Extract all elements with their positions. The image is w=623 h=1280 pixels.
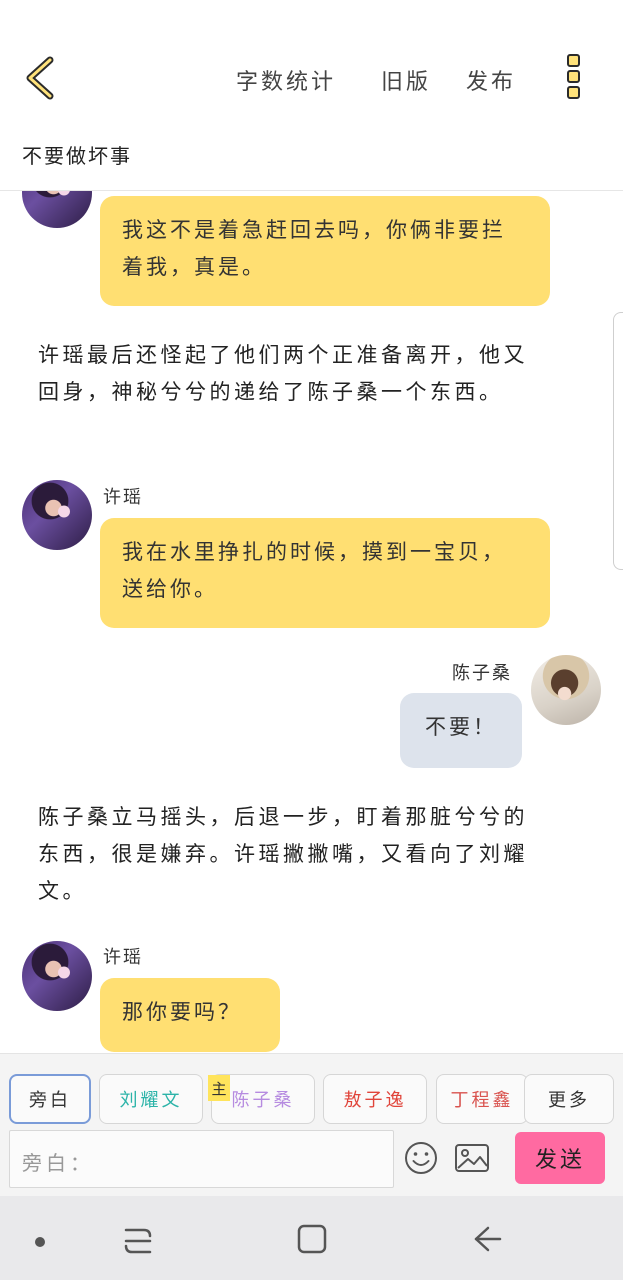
composer: 旁白 刘耀文 陈子桑 主 敖子逸 丁程鑫 更多 旁白： 发送 — [0, 1053, 623, 1196]
top-bar: 字数统计 旧版 发布 — [0, 0, 623, 130]
back-nav-icon[interactable] — [470, 1224, 504, 1258]
role-label: 丁程鑫 — [450, 1090, 514, 1111]
system-nav-bar — [0, 1196, 623, 1280]
narration-input[interactable]: 旁白： — [9, 1130, 394, 1188]
message-bubble[interactable]: 那你要吗？ — [100, 978, 280, 1052]
send-button[interactable]: 发送 — [515, 1132, 605, 1184]
avatar-xuyao[interactable] — [22, 191, 92, 228]
avatar-xuyao[interactable] — [22, 941, 92, 1011]
speaker-name: 陈子桑 — [452, 663, 512, 684]
narration-text[interactable]: 陈子桑立马摇头，后退一步，盯着那脏兮兮的东西，很是嫌弃。许瑶撇撇嘴，又看向了刘耀… — [38, 799, 528, 910]
recent-apps-icon[interactable] — [122, 1226, 154, 1260]
smiley-icon — [405, 1142, 437, 1174]
story-title: 不要做坏事 — [22, 144, 132, 168]
message-bubble[interactable]: 我这不是着急赶回去吗，你俩非要拦着我，真是。 — [100, 196, 550, 306]
message-bubble[interactable]: 不要！ — [400, 693, 522, 768]
image-button[interactable] — [454, 1142, 490, 1178]
image-icon — [455, 1144, 489, 1172]
role-button-dingchengxin[interactable]: 丁程鑫 — [436, 1074, 528, 1124]
message-bubble[interactable]: 我在水里挣扎的时候，摸到一宝贝，送给你。 — [100, 518, 550, 628]
role-label: 旁白 — [29, 1090, 71, 1111]
emoji-button[interactable] — [403, 1140, 439, 1180]
role-label: 刘耀文 — [119, 1090, 183, 1111]
avatar-xuyao[interactable] — [22, 480, 92, 550]
old-version-button[interactable]: 旧版 — [381, 64, 431, 96]
word-count-button[interactable]: 字数统计 — [236, 64, 336, 96]
scroll-handle[interactable] — [613, 312, 623, 570]
nav-dot-icon[interactable] — [34, 1233, 46, 1252]
main-role-badge: 主 — [208, 1075, 230, 1101]
role-button-liuyaowen[interactable]: 刘耀文 — [99, 1074, 203, 1124]
narration-text[interactable]: 许瑶最后还怪起了他们两个正准备离开，他又回身，神秘兮兮的递给了陈子桑一个东西。 — [38, 337, 528, 411]
chat-area[interactable]: 我这不是着急赶回去吗，你俩非要拦着我，真是。 许瑶最后还怪起了他们两个正准备离开… — [0, 191, 623, 1053]
chevron-left-icon — [26, 56, 54, 100]
more-menu-button[interactable] — [562, 54, 584, 104]
home-icon[interactable] — [296, 1223, 328, 1259]
role-label: 敖子逸 — [343, 1090, 407, 1111]
publish-button[interactable]: 发布 — [466, 64, 516, 96]
role-label: 陈子桑 — [231, 1090, 295, 1111]
speaker-name: 许瑶 — [103, 487, 143, 508]
speaker-name: 许瑶 — [103, 947, 143, 968]
vertical-dots-icon — [566, 54, 580, 67]
more-roles-label: 更多 — [548, 1090, 590, 1111]
role-button-narrator[interactable]: 旁白 — [9, 1074, 91, 1124]
role-button-aoziyi[interactable]: 敖子逸 — [323, 1074, 427, 1124]
back-button[interactable] — [22, 56, 62, 100]
avatar-chenzisang[interactable] — [531, 655, 601, 725]
more-roles-button[interactable]: 更多 — [524, 1074, 614, 1124]
